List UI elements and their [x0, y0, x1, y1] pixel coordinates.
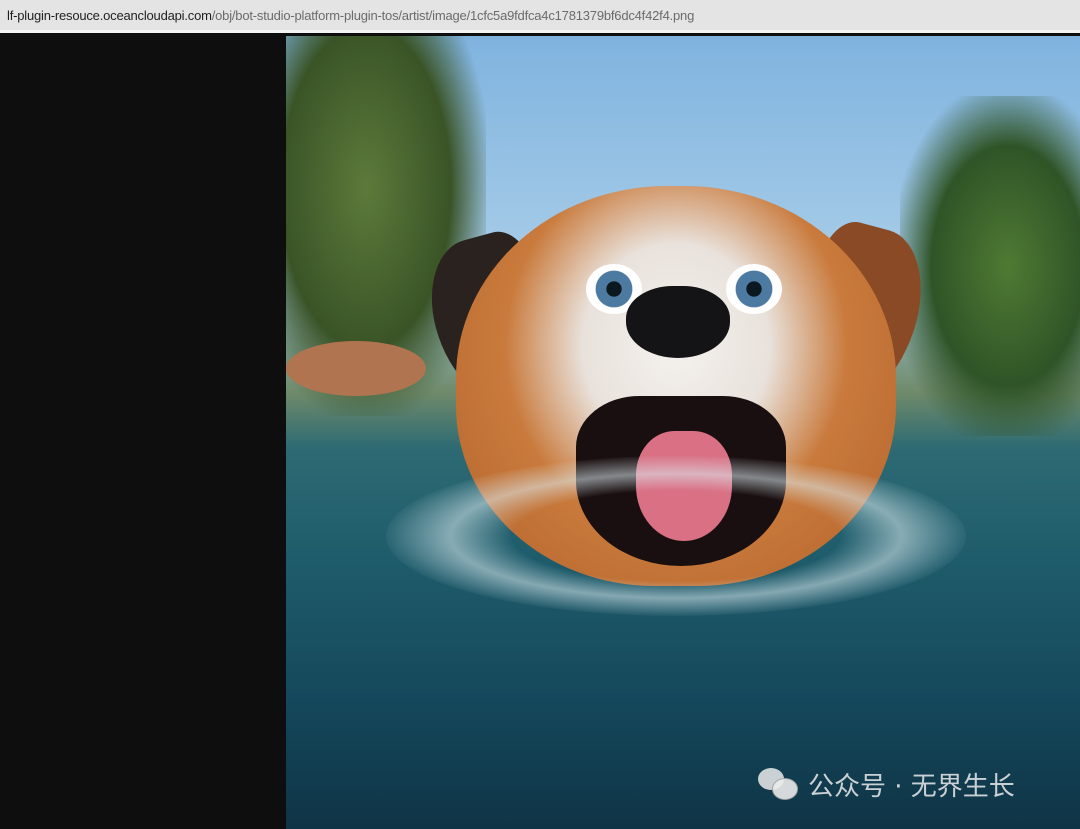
dog-eye-right	[726, 264, 782, 314]
water-splash	[386, 456, 966, 616]
url-host: lf-plugin-resouce.oceancloudapi.com	[7, 8, 212, 23]
dog-nose	[626, 286, 730, 358]
url-path: /obj/bot-studio-platform-plugin-tos/arti…	[211, 8, 695, 23]
displayed-image	[286, 36, 1080, 829]
url-text[interactable]: lf-plugin-resouce.oceancloudapi.com/obj/…	[7, 8, 694, 23]
wechat-icon	[758, 767, 800, 802]
watermark: 公众号 · 无界生长	[758, 766, 1015, 803]
address-bar[interactable]: lf-plugin-resouce.oceancloudapi.com/obj/…	[0, 0, 1080, 33]
watermark-text: 公众号 · 无界生长	[808, 772, 1015, 802]
foliage-right	[900, 96, 1080, 436]
rock	[286, 341, 426, 396]
